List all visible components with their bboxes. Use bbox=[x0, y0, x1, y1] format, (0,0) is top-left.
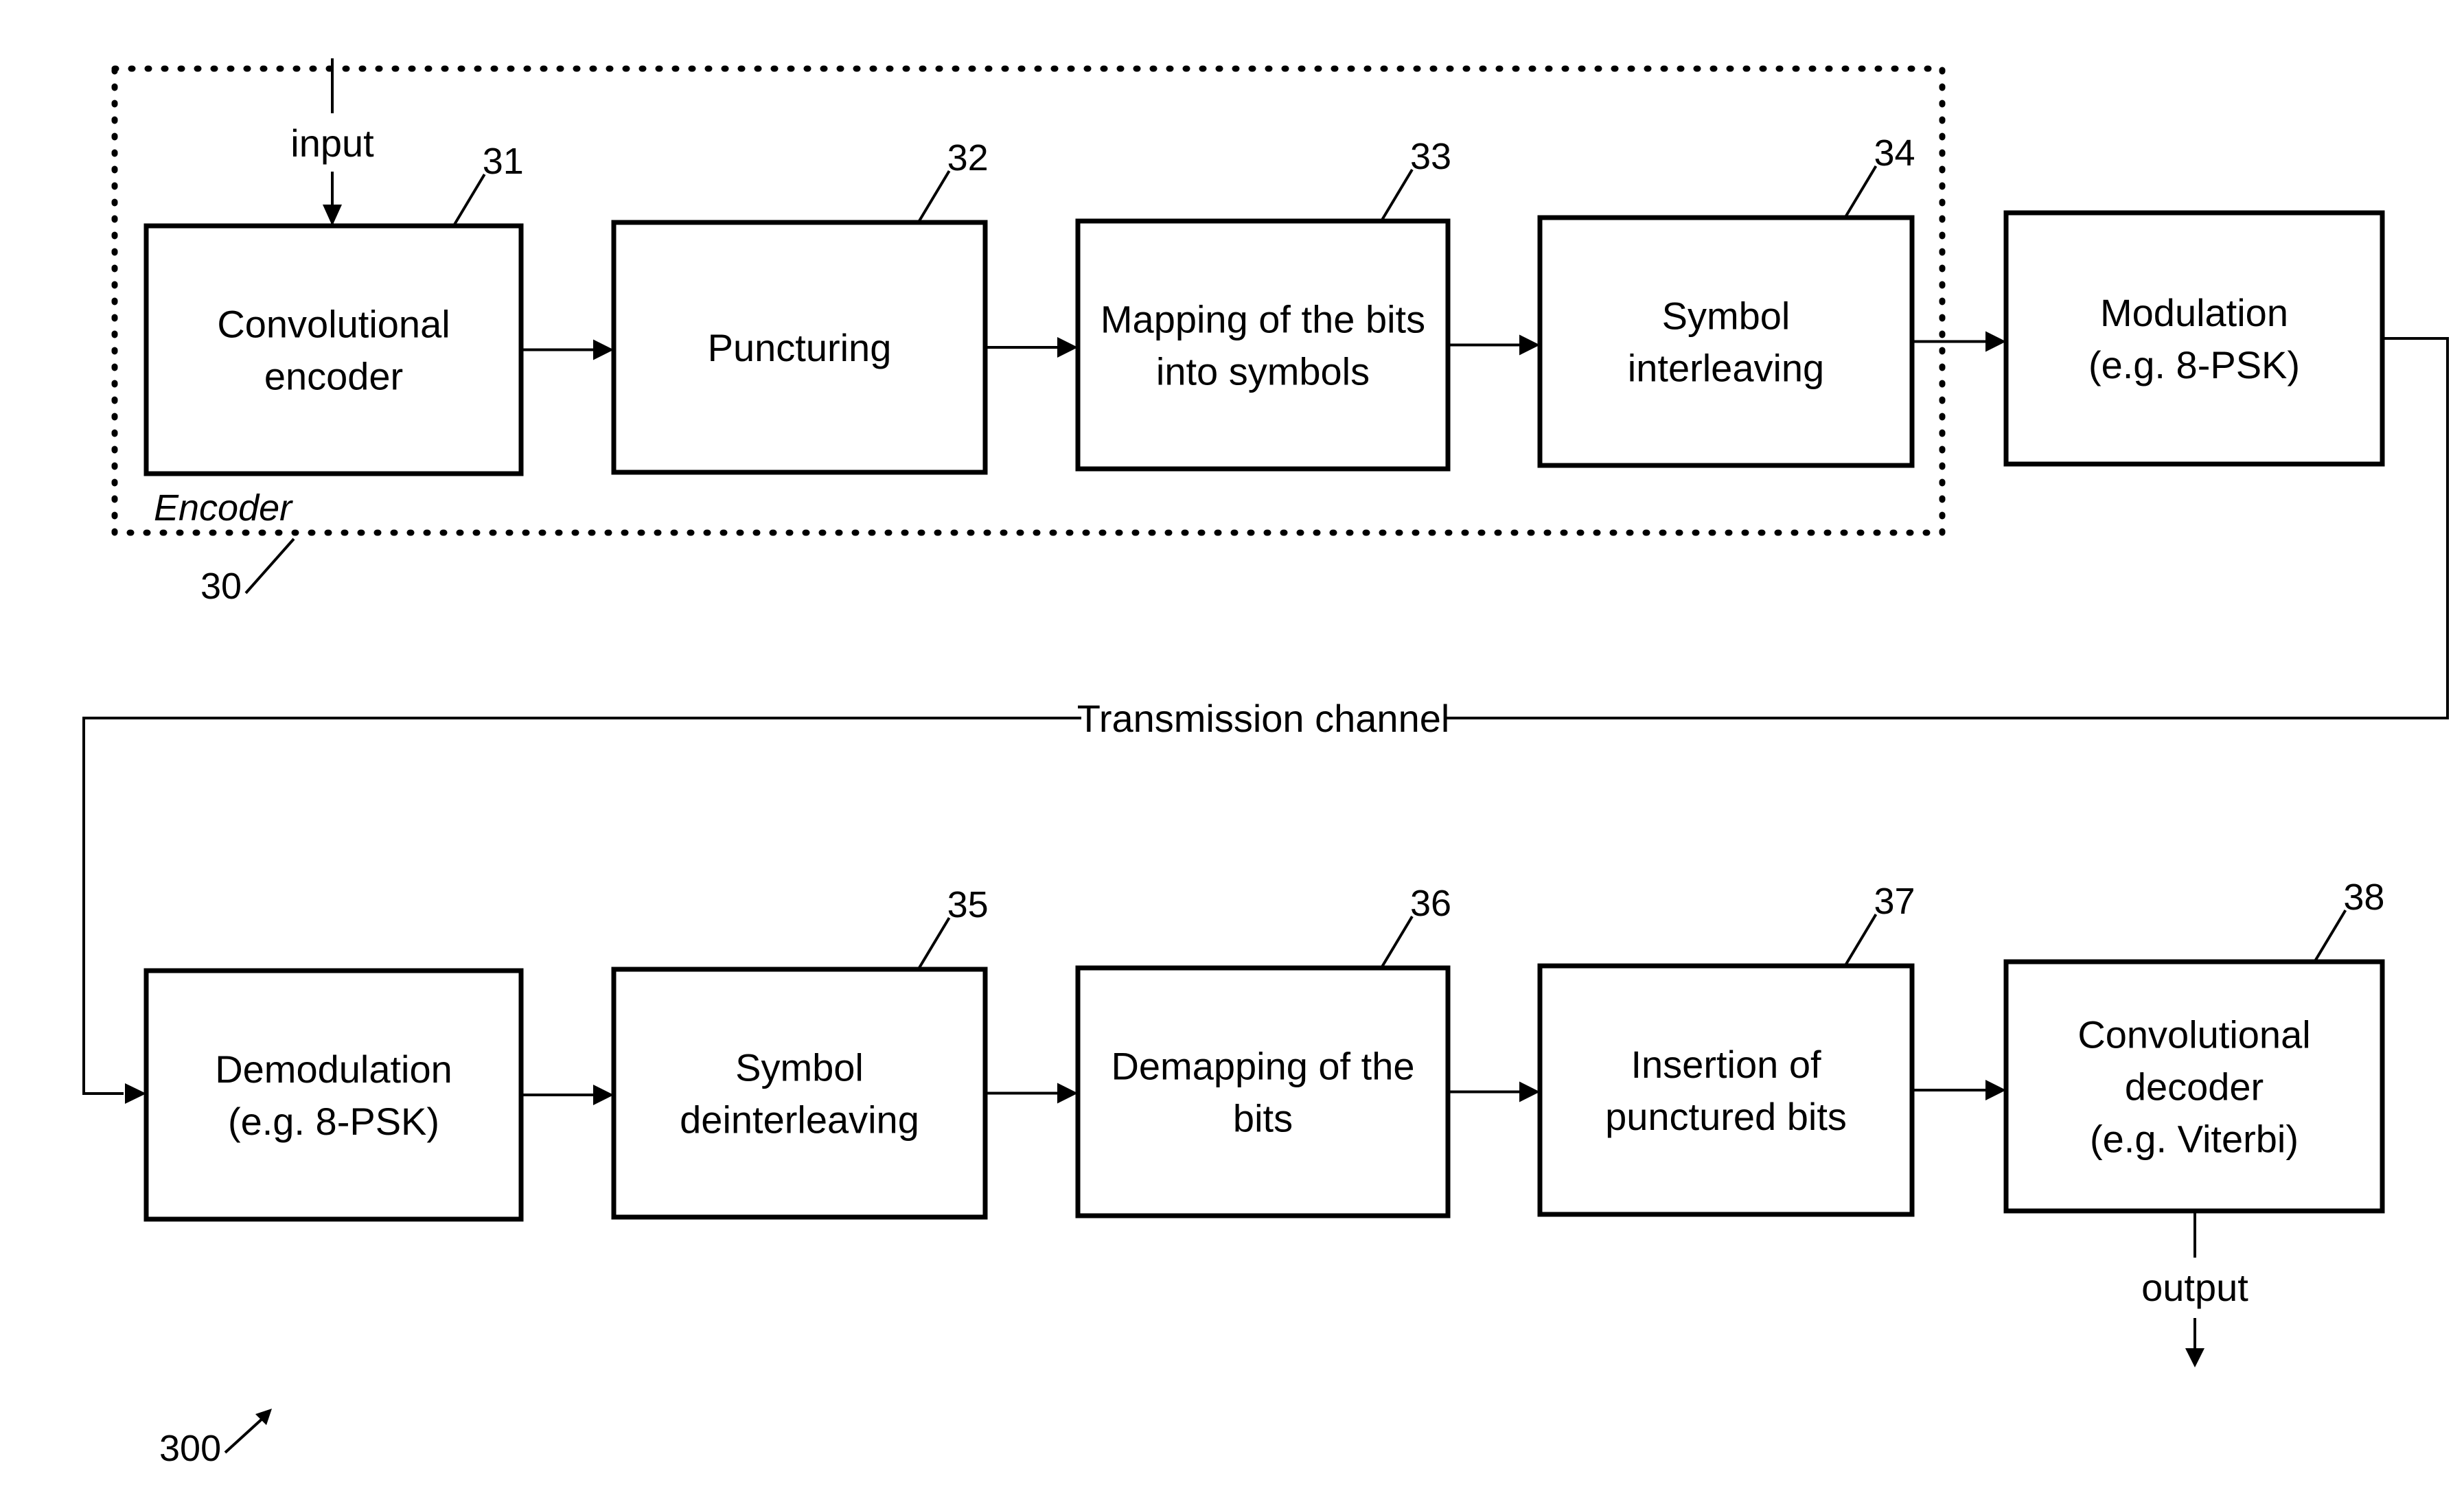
block-label-line: (e.g. 8-PSK) bbox=[2088, 343, 2300, 386]
block-label-line: Convolutional bbox=[217, 303, 450, 346]
block-label-line: Convolutional bbox=[2077, 1013, 2310, 1056]
block-frame bbox=[611, 967, 988, 1220]
flow-arrowhead-icon bbox=[593, 339, 614, 360]
encoder-ref-number: 30 bbox=[200, 566, 242, 607]
reference-number: 31 bbox=[483, 141, 524, 182]
flow-arrowhead-icon bbox=[1057, 1083, 1078, 1104]
input-arrowhead-icon bbox=[323, 205, 342, 226]
reference-number: 38 bbox=[2343, 877, 2384, 918]
block-label-line: decoder bbox=[2125, 1065, 2264, 1109]
reference-number: 37 bbox=[1874, 881, 1915, 922]
input-label: input bbox=[290, 122, 374, 165]
block-frame bbox=[1537, 963, 1915, 1217]
block-label-line: deinterleaving bbox=[680, 1098, 919, 1142]
flow-arrowhead-icon bbox=[1057, 337, 1078, 358]
block-frame bbox=[143, 223, 524, 476]
reference-number: 34 bbox=[1874, 132, 1915, 174]
flow-arrowhead-icon bbox=[1519, 1081, 1540, 1102]
block-frame bbox=[1075, 218, 1451, 472]
block-frame bbox=[2003, 210, 2385, 467]
block-convolutional-decoder: Convolutional decoder (e.g. Viterbi) 38 bbox=[2003, 877, 2385, 1214]
block-bit-demapping: Demapping of the bits 36 bbox=[1075, 883, 1451, 1218]
block-modulation: Modulation (e.g. 8-PSK) bbox=[2003, 210, 2385, 467]
channel-arrowhead-icon bbox=[125, 1083, 146, 1104]
encoder-group-label: Encoder bbox=[154, 487, 293, 529]
block-label-line: (e.g. Viterbi) bbox=[2090, 1118, 2299, 1161]
reference-leader bbox=[452, 173, 486, 227]
block-label-line: Symbol bbox=[735, 1046, 864, 1089]
reference-leader bbox=[2313, 909, 2347, 963]
reference-leader bbox=[1380, 915, 1414, 969]
reference-leader bbox=[1843, 913, 1878, 967]
output-arrowhead-icon bbox=[2185, 1348, 2204, 1367]
block-label-line: Modulation bbox=[2100, 291, 2288, 334]
reference-number: 32 bbox=[947, 137, 989, 178]
reference-leader bbox=[917, 916, 951, 971]
reference-leader bbox=[1380, 168, 1414, 222]
blocks-layer: Convolutional encoder 31 Puncturing 32 Mappin… bbox=[143, 132, 2385, 1222]
block-frame bbox=[143, 968, 524, 1222]
block-label-line: Demapping of the bbox=[1111, 1045, 1414, 1088]
block-label-line: interleaving bbox=[1628, 347, 1824, 390]
block-label-line: Demodulation bbox=[215, 1048, 452, 1091]
reference-number: 36 bbox=[1410, 883, 1451, 924]
figure-ref-number: 300 bbox=[159, 1428, 221, 1469]
reference-number: 33 bbox=[1410, 136, 1451, 177]
block-diagram: Encoder 30 input Convolutional encoder 31 P… bbox=[82, 58, 2449, 1469]
flow-arrowhead-icon bbox=[1985, 331, 2006, 352]
block-frame bbox=[1537, 215, 1915, 468]
block-punctured-bit-insertion: Insertion of punctured bits 37 bbox=[1537, 881, 1915, 1217]
encoder-ref-leader bbox=[244, 538, 295, 594]
block-label-line: encoder bbox=[264, 355, 403, 398]
flow-arrowhead-icon bbox=[1519, 334, 1540, 356]
block-bit-to-symbol-mapping: Mapping of the bits into symbols 33 bbox=[1075, 136, 1451, 472]
block-convolutional-encoder: Convolutional encoder 31 bbox=[143, 141, 524, 476]
figure-ref-leader bbox=[224, 1415, 266, 1454]
block-puncturing: Puncturing 32 bbox=[611, 137, 989, 475]
block-label-line: Mapping of the bits bbox=[1101, 298, 1425, 341]
block-label-line: Puncturing bbox=[708, 326, 892, 369]
block-symbol-deinterleaving: Symbol deinterleaving 35 bbox=[611, 884, 989, 1220]
output-label: output bbox=[2141, 1266, 2248, 1309]
transmission-channel-label: Transmission channel bbox=[1077, 697, 1450, 740]
block-symbol-interleaving: Symbol interleaving 34 bbox=[1537, 132, 1915, 468]
flow-arrowhead-icon bbox=[1985, 1080, 2006, 1100]
block-demodulation: Demodulation (e.g. 8-PSK) bbox=[143, 968, 524, 1222]
reference-number: 35 bbox=[947, 884, 989, 925]
block-label-line: (e.g. 8-PSK) bbox=[228, 1100, 439, 1143]
flow-arrowhead-icon bbox=[593, 1085, 614, 1105]
block-frame bbox=[1075, 965, 1451, 1218]
block-label-line: punctured bits bbox=[1605, 1095, 1847, 1138]
block-label-line: Insertion of bbox=[1631, 1043, 1821, 1086]
block-label-line: Symbol bbox=[1662, 294, 1791, 338]
reference-leader bbox=[1843, 165, 1878, 219]
reference-leader bbox=[917, 170, 951, 224]
block-label-line: into symbols bbox=[1156, 350, 1370, 393]
block-label-line: bits bbox=[1233, 1097, 1293, 1140]
